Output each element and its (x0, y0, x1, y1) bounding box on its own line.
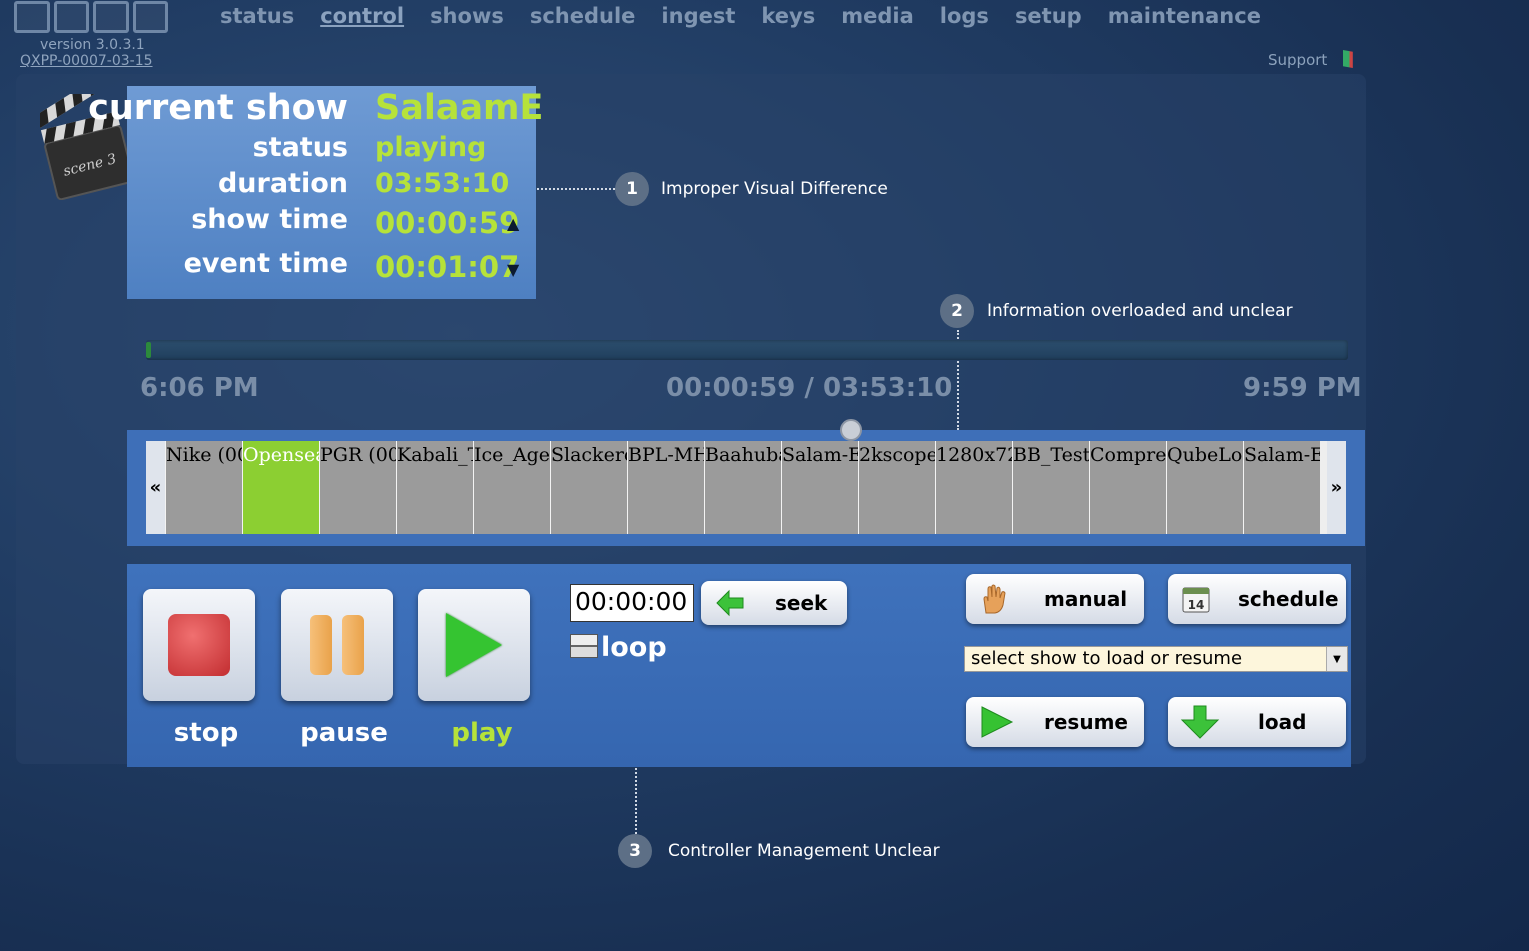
timeline-end-time: 9:59 PM (1243, 373, 1362, 403)
event-time-value: 00:01:07 (375, 250, 520, 284)
current-show-value: SalaamE (375, 88, 544, 128)
event-time-down-arrow-icon[interactable]: ▼ (507, 260, 519, 279)
resume-label: resume (1044, 710, 1128, 734)
load-label: load (1258, 710, 1307, 734)
manual-label: manual (1044, 587, 1128, 611)
seek-time-input[interactable]: 00:00:00 (570, 584, 694, 622)
stop-button[interactable] (143, 589, 255, 701)
main-nav: status control shows schedule ingest key… (220, 4, 1261, 28)
playlist-cell[interactable]: QubeLog (1166, 441, 1243, 534)
current-show-panel: current show SalaamE status playing dura… (88, 86, 543, 299)
playlist-cell[interactable]: 2kscope (858, 441, 935, 534)
strip-prev-button[interactable]: « (146, 441, 165, 534)
show-time-up-arrow-icon[interactable]: ▲ (507, 214, 519, 233)
show-time-label: show time (191, 204, 348, 235)
playlist-cell[interactable]: Salam-E (1243, 441, 1320, 534)
arrow-down-green-icon (1180, 705, 1220, 739)
nav-media[interactable]: media (841, 4, 914, 28)
nav-setup[interactable]: setup (1015, 4, 1082, 28)
show-time-value: 00:00:59 (375, 206, 520, 240)
playlist-cell[interactable]: Salam-E (781, 441, 858, 534)
playlist-strip: « Nike (00 Opensea PGR (00 Kabali_T Ice_Age S… (146, 441, 1346, 534)
timeline-progress-time: 00:00:59 / 03:53:10 (666, 373, 953, 403)
loop-label[interactable]: loop (601, 632, 667, 663)
show-progress-bar[interactable] (146, 340, 1348, 360)
playlist-cell[interactable]: PGR (00 (319, 441, 396, 534)
qube-logo (14, 0, 168, 34)
resume-button[interactable]: resume (966, 697, 1144, 747)
pause-icon (310, 615, 332, 675)
schedule-label: schedule (1238, 587, 1339, 611)
playlist-cell[interactable]: BB_Test (1012, 441, 1089, 534)
playlist-cell[interactable]: Opensea (242, 441, 319, 534)
duration-label: duration (217, 168, 348, 199)
show-progress-fill (146, 342, 151, 358)
loop-checkbox-icon[interactable] (570, 634, 598, 658)
annotation-2-badge: 2 (940, 294, 974, 328)
status-label: status (252, 132, 348, 163)
support-link[interactable]: Support (1268, 51, 1327, 69)
nav-schedule[interactable]: schedule (530, 4, 636, 28)
hand-icon (983, 584, 1006, 614)
play-green-icon (981, 706, 1014, 738)
annotation-1-leader (537, 188, 615, 190)
calendar-day: 14 (1188, 598, 1205, 612)
playlist-cell[interactable]: Kabali_T (396, 441, 473, 534)
nav-ingest[interactable]: ingest (661, 4, 735, 28)
version-label: version 3.0.3.1 (40, 37, 145, 53)
timeline-start-time: 6:06 PM (140, 373, 259, 403)
nav-logs[interactable]: logs (940, 4, 989, 28)
play-button[interactable] (418, 589, 530, 701)
status-value: playing (375, 132, 487, 163)
nav-control[interactable]: control (320, 4, 404, 28)
playlist-cell[interactable]: Baahuba (704, 441, 781, 534)
door-exit-icon[interactable] (1343, 50, 1353, 68)
playlist-cell[interactable]: 1280x72 (935, 441, 1012, 534)
playlist-cell[interactable]: BPL-MH (627, 441, 704, 534)
annotation-3-badge: 3 (618, 834, 652, 868)
load-button[interactable]: load (1168, 697, 1346, 747)
annotation-3-text: Controller Management Unclear (668, 841, 940, 861)
playlist-cells: Nike (00 Opensea PGR (00 Kabali_T Ice_Age Sla… (165, 441, 1327, 534)
annotation-3-leader (635, 768, 637, 834)
pause-button[interactable] (281, 589, 393, 701)
playlist-cell[interactable]: Ice_Age (473, 441, 550, 534)
show-select-value: select show to load or resume (971, 648, 1243, 669)
stop-label: stop (173, 718, 239, 748)
current-show-label: current show (88, 88, 348, 128)
play-icon (446, 613, 502, 677)
serial-link[interactable]: QXPP-00007-03-15 (20, 53, 153, 69)
strip-next-button[interactable]: » (1327, 441, 1346, 534)
arrow-left-green-icon (716, 589, 744, 617)
annotation-1-text: Improper Visual Difference (661, 179, 888, 199)
dropdown-arrow-icon[interactable]: ▼ (1326, 647, 1347, 671)
calendar-icon: 14 (1182, 587, 1210, 613)
schedule-button[interactable]: 14 schedule (1168, 574, 1346, 624)
nav-keys[interactable]: keys (761, 4, 815, 28)
playlist-cell[interactable]: Nike (00 (165, 441, 242, 534)
nav-maintenance[interactable]: maintenance (1108, 4, 1261, 28)
seek-label: seek (775, 591, 828, 615)
manual-button[interactable]: manual (966, 574, 1144, 624)
play-label: play (451, 718, 513, 748)
nav-status[interactable]: status (220, 4, 294, 28)
duration-value: 03:53:10 (375, 168, 510, 199)
nav-shows[interactable]: shows (430, 4, 504, 28)
show-select-dropdown[interactable]: select show to load or resume ▼ (964, 646, 1348, 672)
playlist-cell[interactable]: Slackerc (550, 441, 627, 534)
annotation-2-text: Information overloaded and unclear (987, 301, 1293, 321)
playhead-handle[interactable] (840, 419, 862, 441)
playlist-cell[interactable]: Compreh (1089, 441, 1166, 534)
pause-label: pause (300, 718, 388, 748)
annotation-1-badge: 1 (615, 172, 649, 206)
stop-icon (168, 614, 230, 676)
event-time-label: event time (183, 248, 348, 279)
seek-button[interactable]: seek (701, 581, 847, 625)
